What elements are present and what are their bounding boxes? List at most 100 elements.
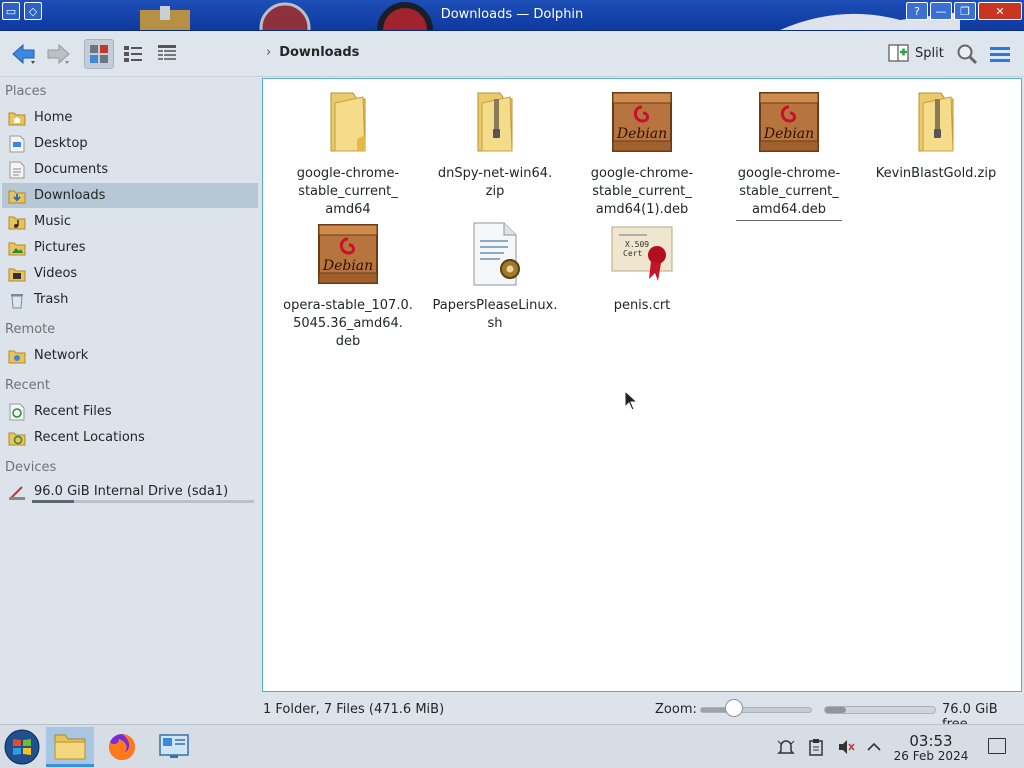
sidebar-item-recent-locations[interactable]: Recent Locations [2,425,258,450]
sidebar-item-videos[interactable]: Videos [2,261,258,286]
window-titlebar[interactable]: ▭ ◇ Downloads — Dolphin ? — ❐ ✕ [0,0,1024,31]
drive-icon [8,483,26,501]
back-arrow-icon [12,43,35,65]
svg-text:X.509: X.509 [625,240,649,249]
svg-text:Debian: Debian [322,258,373,274]
sidebar-item-label: Recent Locations [34,430,145,445]
trash-icon [8,291,26,309]
forward-button[interactable] [44,41,72,67]
free-space-fill [825,707,846,713]
file-name: opera-stable_107.0. 5045.36_amd64. deb [283,298,413,349]
back-button[interactable] [10,41,38,67]
sidebar-item-label: Music [34,214,71,229]
clock-time[interactable]: 03:53 [906,732,956,750]
sidebar-item-label: Downloads [34,188,106,203]
file-item-chrome-deb-1[interactable]: Debian google-chrome-stable_current_ amd6… [572,89,712,219]
sidebar-item-label: Pictures [34,240,86,255]
start-menu-icon[interactable] [4,729,40,765]
file-name: google-chrome-stable_current_ amd64.deb [735,165,843,221]
task-file-manager[interactable] [46,727,94,767]
sidebar-item-recent-files[interactable]: Recent Files [2,399,258,424]
sidebar-item-music[interactable]: Music [2,209,258,234]
taskbar: 03:53 26 Feb 2024 [0,724,1024,768]
sidebar-item-label: Desktop [34,136,88,151]
file-item-opera-deb[interactable]: Debian opera-stable_107.0. 5045.36_amd64.… [278,221,418,351]
file-name: google-chrome-stable_current_ amd64 [296,166,400,217]
file-item-papersplease-sh[interactable]: PapersPleaseLinux. sh [425,221,565,333]
help-button[interactable]: ? [906,2,928,20]
videos-icon [8,265,26,283]
sidebar-item-label: Recent Files [34,404,112,419]
file-view[interactable]: google-chrome-stable_current_ amd64 dnSpy… [262,78,1022,692]
icons-view-button[interactable] [84,39,114,69]
free-space-bar [824,706,936,714]
drive-usage-fill [32,500,75,503]
zip-folder-icon [477,92,513,152]
hamburger-menu-icon[interactable] [990,45,1010,63]
folder-icon [330,92,366,152]
sidebar-item-label: Home [34,110,73,125]
sidebar-item-documents[interactable]: Documents [2,157,258,182]
forward-arrow-icon [47,43,70,65]
clock-date[interactable]: 26 Feb 2024 [890,749,972,763]
breadcrumb-current[interactable]: Downloads [279,45,359,60]
downloads-icon [8,187,26,205]
volume-muted-icon[interactable] [836,737,856,757]
maximize-button[interactable]: ❐ [954,2,976,20]
sidebar-item-downloads[interactable]: Downloads [2,183,258,208]
sidebar-item-label: 96.0 GiB Internal Drive (sda1) [34,484,229,499]
sidebar-item-desktop[interactable]: Desktop [2,131,258,156]
notifications-icon[interactable] [776,737,796,757]
zoom-slider[interactable] [700,707,812,713]
task-firefox[interactable] [98,727,146,767]
zoom-label: Zoom: [655,702,697,717]
file-item-kevinblastgold-zip[interactable]: KevinBlastGold.zip [866,89,1006,183]
task-system-settings[interactable] [150,727,198,767]
svg-text:Debian: Debian [616,126,667,142]
section-recent: Recent [5,378,50,393]
file-name: KevinBlastGold.zip [875,166,997,181]
status-summary: 1 Folder, 7 Files (471.6 MiB) [263,702,445,717]
chevron-up-icon[interactable] [864,737,884,757]
sidebar-item-network[interactable]: Network [2,343,258,368]
file-item-dnspy-zip[interactable]: dnSpy-net-win64. zip [425,89,565,201]
sidebar-item-trash[interactable]: Trash [2,287,258,312]
file-name: PapersPleaseLinux. sh [432,298,558,331]
debian-package-icon: Debian [759,92,819,152]
split-button[interactable]: Split [888,43,944,63]
clipboard-icon[interactable] [806,737,826,757]
breadcrumb[interactable]: › Downloads [266,45,359,60]
pictures-icon [8,239,26,257]
zoom-slider-handle[interactable] [724,699,743,717]
search-icon[interactable] [956,43,978,65]
split-label: Split [915,45,944,61]
recent-locations-icon [8,429,26,447]
close-button[interactable]: ✕ [978,2,1022,20]
svg-text:Cert: Cert [623,249,642,258]
certificate-icon: X.509 Cert [611,226,673,281]
svg-text:Debian: Debian [763,126,814,142]
minimize-button[interactable]: — [930,2,952,20]
section-devices: Devices [5,460,57,475]
compact-view-icon [124,46,142,62]
documents-icon [8,161,26,179]
sidebar-item-label: Network [34,348,89,363]
network-icon [8,347,26,365]
window-title: Downloads — Dolphin [440,7,584,22]
file-item-chrome-folder[interactable]: google-chrome-stable_current_ amd64 [278,89,418,219]
zip-folder-icon [918,92,954,152]
file-name: google-chrome-stable_current_ amd64(1).de… [590,166,694,217]
details-view-icon [158,45,176,62]
file-item-penis-crt[interactable]: X.509 Cert penis.crt [572,221,712,315]
firefox-icon [109,734,135,760]
sidebar-item-pictures[interactable]: Pictures [2,235,258,260]
details-view-button[interactable] [152,39,182,69]
show-desktop-icon[interactable] [988,738,1006,754]
compact-view-button[interactable] [118,39,148,69]
sidebar-item-home[interactable]: Home [2,105,258,130]
debian-package-icon: Debian [318,224,378,284]
places-panel: Places Home Desktop Documents Downloads … [0,78,262,718]
recent-files-icon [8,403,26,421]
desktop-icon [8,135,26,153]
file-item-chrome-deb[interactable]: Debian google-chrome-stable_current_ amd6… [719,89,859,221]
